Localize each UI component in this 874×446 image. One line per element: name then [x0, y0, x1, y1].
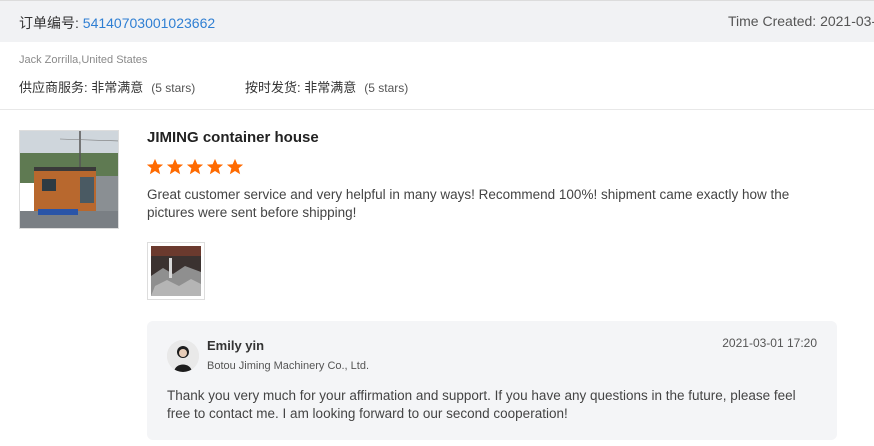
supplier-reply: Emily yin Botou Jiming Machinery Co., Lt…: [147, 321, 837, 440]
container-house-image: [20, 131, 118, 228]
supplier-service-stars-note: (5 stars): [151, 81, 196, 95]
star-icon: [146, 158, 164, 175]
section-divider: [0, 109, 874, 110]
review-photo-image: [151, 246, 201, 296]
ontime-shipping-label: 按时发货: 非常满意: [245, 80, 357, 95]
supplier-service-rating: 供应商服务: 非常满意 (5 stars): [19, 77, 195, 96]
reply-time: 2021-03-01 17:20: [722, 336, 817, 350]
star-rating: [146, 158, 244, 176]
reply-text: Thank you very much for your affirmation…: [167, 388, 796, 421]
review-photo-thumbnail[interactable]: [147, 242, 205, 300]
star-icon: [206, 158, 224, 175]
order-number-link[interactable]: 54140703001023662: [83, 15, 215, 31]
product-thumbnail[interactable]: [19, 130, 119, 229]
supplier-service-label: 供应商服务: 非常满意: [19, 80, 144, 95]
time-created: Time Created: 2021-03-0: [728, 13, 874, 29]
review-text: Great customer service and very helpful …: [147, 187, 790, 220]
star-icon: [186, 158, 204, 175]
person-avatar-icon: [167, 340, 199, 372]
product-title[interactable]: JIMING container house: [147, 129, 319, 146]
order-number-label: 订单编号:: [19, 15, 83, 31]
replier-company: Botou Jiming Machinery Co., Ltd.: [207, 360, 370, 372]
ontime-shipping-rating: 按时发货: 非常满意 (5 stars): [245, 77, 408, 96]
ontime-shipping-stars-note: (5 stars): [364, 81, 409, 95]
avatar: [167, 340, 199, 372]
order-number-row: 订单编号: 54140703001023662: [19, 13, 215, 33]
star-icon: [166, 158, 184, 175]
replier-name: Emily yin: [207, 338, 265, 353]
order-header-bar: 订单编号: 54140703001023662 Time Created: 20…: [0, 0, 874, 42]
buyer-name: Jack Zorrilla,United States: [19, 54, 148, 66]
star-icon: [226, 158, 244, 175]
